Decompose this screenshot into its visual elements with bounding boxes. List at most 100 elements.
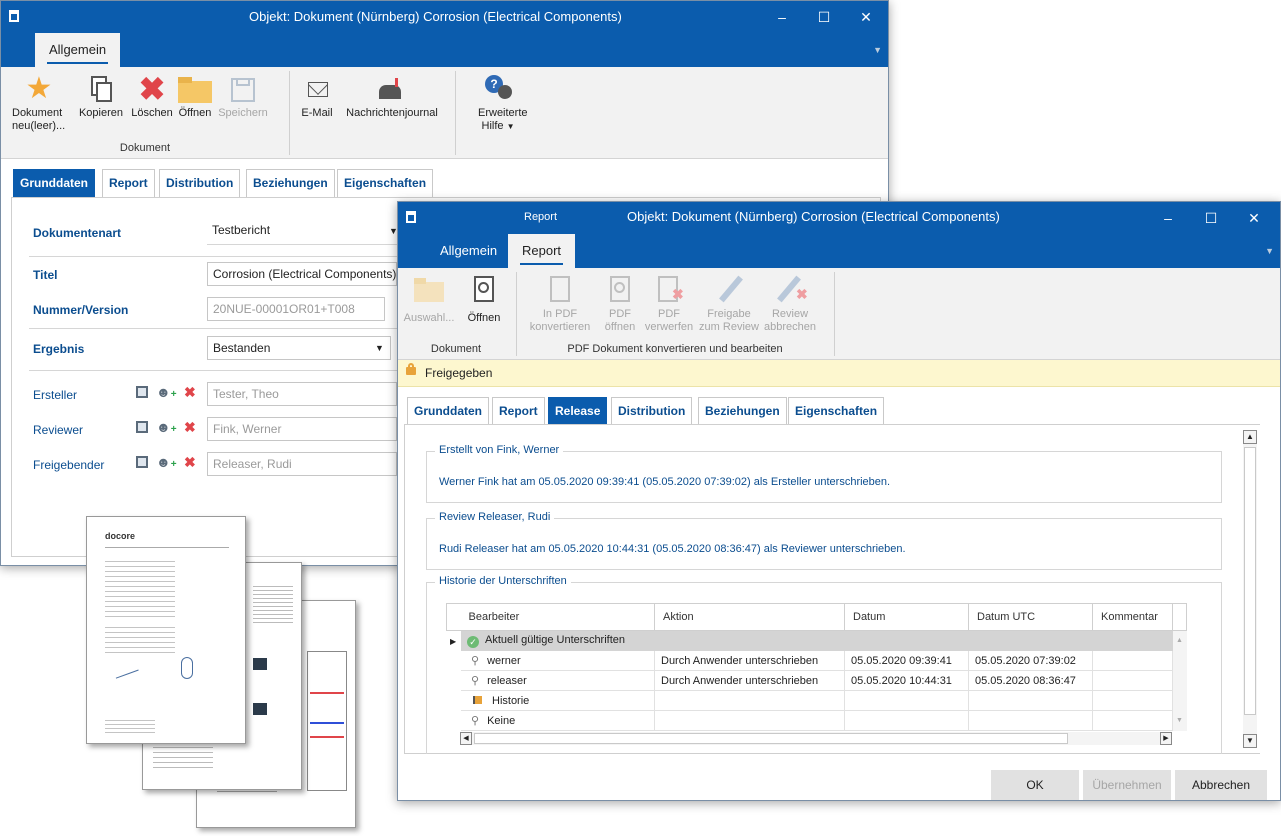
column-header[interactable]: Bearbeiter <box>460 603 655 631</box>
table-row[interactable]: ⚲ releaser Durch Anwender unterschrieben … <box>446 670 1187 691</box>
table-scroll-down[interactable]: ▼ <box>1172 710 1187 731</box>
select-button[interactable]: Auswahl... <box>400 274 458 325</box>
close-button[interactable]: ✕ <box>843 1 888 33</box>
docore-logo: docore <box>105 531 136 541</box>
close-button[interactable]: ✕ <box>1231 202 1277 234</box>
front-titlebar: Report Objekt: Dokument (Nürnberg) Corro… <box>398 202 1280 234</box>
tab-beziehungen[interactable]: Beziehungen <box>246 169 335 197</box>
delete-button[interactable]: ✖ Löschen <box>127 73 177 120</box>
scroll-left-button[interactable]: ◀ <box>460 732 472 745</box>
column-header[interactable]: Kommentar <box>1092 603 1173 631</box>
cancel-review-button[interactable]: ✖ Review abbrechen <box>760 274 820 334</box>
ok-button[interactable]: OK <box>991 770 1079 800</box>
result-select[interactable]: Bestanden <box>207 336 391 360</box>
row-user: werner <box>487 655 521 667</box>
title-input[interactable]: Corrosion (Electrical Components) <box>207 262 397 286</box>
vertical-scrollbar[interactable]: ▲ ▼ <box>1243 430 1257 748</box>
cancel-review-label: Review abbrechen <box>764 308 816 333</box>
ribbon-collapse-icon[interactable]: ▼ <box>1265 246 1274 256</box>
apply-button[interactable]: Übernehmen <box>1083 770 1171 800</box>
open-label: Öffnen <box>178 107 212 119</box>
group-row[interactable]: ▶ ✓ Aktuell gültige Unterschriften ▲ <box>446 630 1187 651</box>
result-label: Ergebnis <box>33 342 85 356</box>
tab-distribution[interactable]: Distribution <box>159 169 241 197</box>
magnifier-icon: ⚲ <box>471 675 480 687</box>
minimize-button[interactable]: – <box>1145 202 1191 234</box>
tab-distribution[interactable]: Distribution <box>611 397 693 425</box>
tab-release[interactable]: Release <box>548 397 608 425</box>
new-document-button[interactable]: ★ Dokument neu(leer)... <box>3 73 75 133</box>
add-person-icon[interactable]: ☻+ <box>156 384 177 400</box>
table-scroll-up[interactable]: ▲ <box>1172 630 1187 651</box>
save-icon <box>215 73 271 105</box>
ribbon-tab-allgemein[interactable]: Allgemein <box>426 234 511 268</box>
reviewer-field: Fink, Werner <box>207 417 397 441</box>
table-horizontal-scrollbar[interactable]: ◀ ▶ <box>460 732 1172 745</box>
column-header[interactable]: Datum UTC <box>968 603 1093 631</box>
signature-image <box>181 657 193 679</box>
table-row[interactable]: ⚲ Keine ▼ <box>446 710 1187 731</box>
cancel-button[interactable]: Abbrechen <box>1175 770 1267 800</box>
new-document-label: Dokument neu(leer)... <box>12 107 66 132</box>
copy-button[interactable]: Kopieren <box>75 73 127 120</box>
row-comment <box>1092 650 1173 671</box>
add-person-icon[interactable]: ☻+ <box>156 419 177 435</box>
pdf-open-button[interactable]: PDF öffnen <box>598 274 642 334</box>
contact-card-icon[interactable] <box>136 386 148 398</box>
table-row[interactable]: ⚲ werner Durch Anwender unterschrieben 05… <box>446 650 1187 671</box>
pdf-discard-button[interactable]: ✖ PDF verwerfen <box>642 274 696 334</box>
ribbon-tab-report[interactable]: Report <box>508 234 576 268</box>
add-person-icon[interactable]: ☻+ <box>156 454 177 470</box>
ribbon-collapse-icon[interactable]: ▼ <box>873 45 882 55</box>
tab-eigenschaften[interactable]: Eigenschaften <box>788 397 885 425</box>
doctype-label: Dokumentenart <box>33 226 122 240</box>
maximize-button[interactable]: ☐ <box>1188 202 1234 234</box>
contact-card-icon[interactable] <box>136 421 148 433</box>
help-label: Erweiterte Hilfe ▼ <box>478 107 528 132</box>
row-expand-icon[interactable]: ▶ <box>448 637 456 646</box>
ribbon-tab-allgemein[interactable]: Allgemein <box>35 33 121 67</box>
doctype-select[interactable]: Testbericht <box>207 219 397 243</box>
remove-icon[interactable]: ✖ <box>184 454 196 471</box>
save-button[interactable]: Speichern <box>215 73 271 120</box>
table-row[interactable]: Historie <box>446 690 1187 711</box>
column-header[interactable]: Datum <box>844 603 969 631</box>
check-circle-icon: ✓ <box>467 635 479 648</box>
tab-beziehungen[interactable]: Beziehungen <box>698 397 787 425</box>
scroll-down-button[interactable]: ▼ <box>1243 734 1257 748</box>
pdf-discard-label: PDF verwerfen <box>644 308 694 333</box>
open-button[interactable]: Öffnen <box>462 274 506 325</box>
result-dropdown-icon[interactable]: ▼ <box>375 343 384 353</box>
convert-pdf-button[interactable]: In PDF konvertieren <box>522 274 598 334</box>
column-header[interactable]: Aktion <box>654 603 845 631</box>
tab-grunddaten[interactable]: Grunddaten <box>13 169 95 197</box>
email-button[interactable]: E-Mail <box>297 73 337 120</box>
scroll-up-button[interactable]: ▲ <box>1243 430 1257 444</box>
scroll-thumb[interactable] <box>474 733 1068 744</box>
release-review-button[interactable]: Freigabe zum Review <box>698 274 760 334</box>
journal-button[interactable]: Nachrichtenjournal <box>339 73 445 120</box>
releaser-field: Releaser, Rudi <box>207 452 397 476</box>
back-ribbon: ★ Dokument neu(leer)... Kopieren ✖ Lösch… <box>1 67 888 159</box>
maximize-button[interactable]: ☐ <box>801 1 847 33</box>
open-button[interactable]: Öffnen <box>175 73 215 120</box>
scroll-thumb[interactable] <box>1244 447 1256 715</box>
remove-icon[interactable]: ✖ <box>184 384 196 401</box>
tab-report[interactable]: Report <box>102 169 155 197</box>
scroll-right-button[interactable]: ▶ <box>1160 732 1172 745</box>
tab-eigenschaften[interactable]: Eigenschaften <box>337 169 434 197</box>
document-page-1: docore <box>86 516 246 744</box>
table-header: Bearbeiter Aktion Datum Datum UTC Kommen… <box>446 603 1187 631</box>
help-button[interactable]: ? Erweiterte Hilfe ▼ <box>467 73 529 133</box>
minimize-button[interactable]: – <box>759 1 805 33</box>
group-row-label: Aktuell gültige Unterschriften <box>485 633 626 646</box>
remove-icon[interactable]: ✖ <box>184 419 196 436</box>
contact-card-icon[interactable] <box>136 456 148 468</box>
status-text: Freigegeben <box>425 366 493 380</box>
tab-grunddaten[interactable]: Grunddaten <box>407 397 489 425</box>
signature-image <box>111 657 139 679</box>
tab-report[interactable]: Report <box>492 397 545 425</box>
row-action: Durch Anwender unterschrieben <box>654 650 845 671</box>
pdf-open-label: PDF öffnen <box>604 308 636 333</box>
copy-label: Kopieren <box>78 107 124 119</box>
